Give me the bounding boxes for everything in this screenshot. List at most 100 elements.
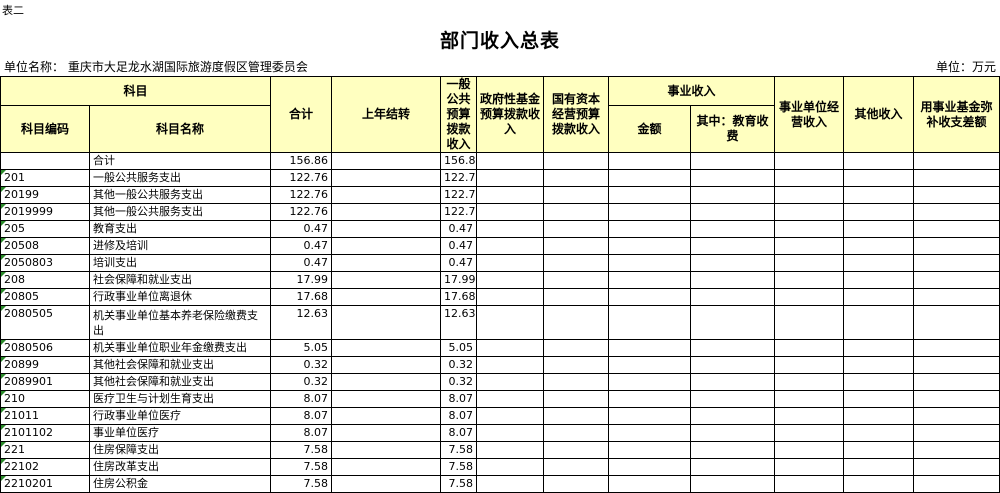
- cell-general-budget: 7.58: [440, 441, 478, 459]
- cell-gov-fund: [476, 254, 545, 272]
- cell-career-edu-fee: [690, 356, 776, 374]
- table-row: 205 教育支出 0.47 0.47: [0, 220, 1000, 238]
- cell-code: 21011: [0, 407, 90, 425]
- cell-code: 20199: [0, 186, 90, 204]
- cell-total: 0.47: [270, 237, 333, 255]
- table-row: 2019999其他一般公共服务支出122.76122.76: [0, 203, 1000, 221]
- cell-state-capital: [543, 458, 610, 476]
- cell-code: 208: [0, 271, 90, 289]
- cell-last-year: [331, 390, 442, 408]
- cell-state-capital: [543, 271, 610, 289]
- cell-general-budget: 0.47: [440, 254, 478, 272]
- cell-career-unit-income: [774, 390, 845, 408]
- currency-unit-label: 单位：万元: [935, 60, 996, 74]
- cell-career-edu-fee: [690, 237, 776, 255]
- cell-fund-make-up: [913, 424, 1000, 442]
- cell-gov-fund: [476, 152, 545, 170]
- cell-last-year: [331, 271, 442, 289]
- cell-other-income: [843, 220, 915, 238]
- cell-general-budget: 8.07: [440, 407, 478, 425]
- cell-last-year: [331, 288, 442, 306]
- cell-career-edu-fee: [690, 203, 776, 221]
- cell-career-edu-fee: [690, 305, 776, 340]
- cell-other-income: [843, 305, 915, 340]
- cell-code: 2019999: [0, 203, 90, 221]
- cell-total: 12.63: [270, 305, 333, 340]
- cell-name: 行政事业单位医疗: [88, 407, 272, 425]
- cell-total: 17.99: [270, 271, 333, 289]
- table-row: 2101102 事业单位医疗 8.07 8.07: [0, 424, 1000, 442]
- table-row: 2080505 机关事业单位基本养老保险缴费支出 12.63 12.63: [0, 305, 1000, 340]
- cell-career-unit-income: [774, 373, 845, 391]
- header-state-capital: 国有资本经营预算拨款收入: [543, 76, 610, 153]
- cell-code: 210: [0, 390, 90, 408]
- cell-fund-make-up: [913, 237, 1000, 255]
- cell-career-unit-income: [774, 305, 845, 340]
- cell-career-edu-fee: [690, 339, 776, 357]
- cell-career-amount: [608, 356, 692, 374]
- cell-last-year: [331, 458, 442, 476]
- cell-code: 22102: [0, 458, 90, 476]
- cell-last-year: [331, 203, 442, 221]
- cell-last-year: [331, 305, 442, 340]
- cell-career-edu-fee: [690, 441, 776, 459]
- table-number-label: 表二: [2, 4, 24, 17]
- cell-career-edu-fee: [690, 390, 776, 408]
- cell-fund-make-up: [913, 475, 1000, 493]
- cell-career-amount: [608, 186, 692, 204]
- cell-career-amount: [608, 152, 692, 170]
- cell-code: 2080506: [0, 339, 90, 357]
- cell-career-unit-income: [774, 271, 845, 289]
- header-career-edu-fee: 其中：教育收费: [690, 105, 776, 153]
- cell-code: 2050803: [0, 254, 90, 272]
- cell-gov-fund: [476, 441, 545, 459]
- cell-other-income: [843, 254, 915, 272]
- table-row: 221 住房保障支出 7.58 7.58: [0, 441, 1000, 459]
- table-row: 20199其他一般公共服务支出122.76122.76: [0, 186, 1000, 204]
- cell-gov-fund: [476, 220, 545, 238]
- cell-career-amount: [608, 424, 692, 442]
- cell-gov-fund: [476, 475, 545, 493]
- cell-fund-make-up: [913, 407, 1000, 425]
- table-row: 21011 行政事业单位医疗 8.07 8.07: [0, 407, 1000, 425]
- cell-total: 156.86: [270, 152, 333, 170]
- cell-name: 其他社会保障和就业支出: [88, 373, 272, 391]
- cell-name: 机关事业单位职业年金缴费支出: [88, 339, 272, 357]
- cell-last-year: [331, 407, 442, 425]
- header-last-year: 上年结转: [331, 76, 442, 153]
- cell-name: 住房保障支出: [88, 441, 272, 459]
- cell-last-year: [331, 441, 442, 459]
- cell-code: 20508: [0, 237, 90, 255]
- cell-career-unit-income: [774, 339, 845, 357]
- cell-state-capital: [543, 305, 610, 340]
- cell-other-income: [843, 169, 915, 187]
- cell-career-edu-fee: [690, 458, 776, 476]
- cell-name: 住房公积金: [88, 475, 272, 493]
- cell-total: 0.47: [270, 254, 333, 272]
- cell-general-budget: 8.07: [440, 390, 478, 408]
- cell-other-income: [843, 407, 915, 425]
- table-row: 20805 行政事业单位离退休 17.68 17.68: [0, 288, 1000, 306]
- cell-other-income: [843, 271, 915, 289]
- cell-career-amount: [608, 305, 692, 340]
- cell-last-year: [331, 186, 442, 204]
- cell-code: 205: [0, 220, 90, 238]
- cell-total: 8.07: [270, 390, 333, 408]
- cell-code: 2080505: [0, 305, 90, 340]
- cell-career-edu-fee: [690, 254, 776, 272]
- cell-name: 社会保障和就业支出: [88, 271, 272, 289]
- cell-career-amount: [608, 458, 692, 476]
- cell-last-year: [331, 237, 442, 255]
- cell-career-unit-income: [774, 237, 845, 255]
- cell-name: 行政事业单位离退休: [88, 288, 272, 306]
- cell-career-amount: [608, 475, 692, 493]
- cell-gov-fund: [476, 237, 545, 255]
- cell-other-income: [843, 356, 915, 374]
- cell-name: 机关事业单位基本养老保险缴费支出: [88, 305, 272, 340]
- income-summary-table: 科目 合计 上年结转 一般公共预算拨款收入 政府性基金预算拨款收入 国有资本经营…: [0, 75, 1000, 493]
- cell-career-unit-income: [774, 475, 845, 493]
- cell-total: 0.32: [270, 373, 333, 391]
- cell-other-income: [843, 373, 915, 391]
- cell-general-budget: 0.32: [440, 356, 478, 374]
- cell-general-budget: 17.99: [440, 271, 478, 289]
